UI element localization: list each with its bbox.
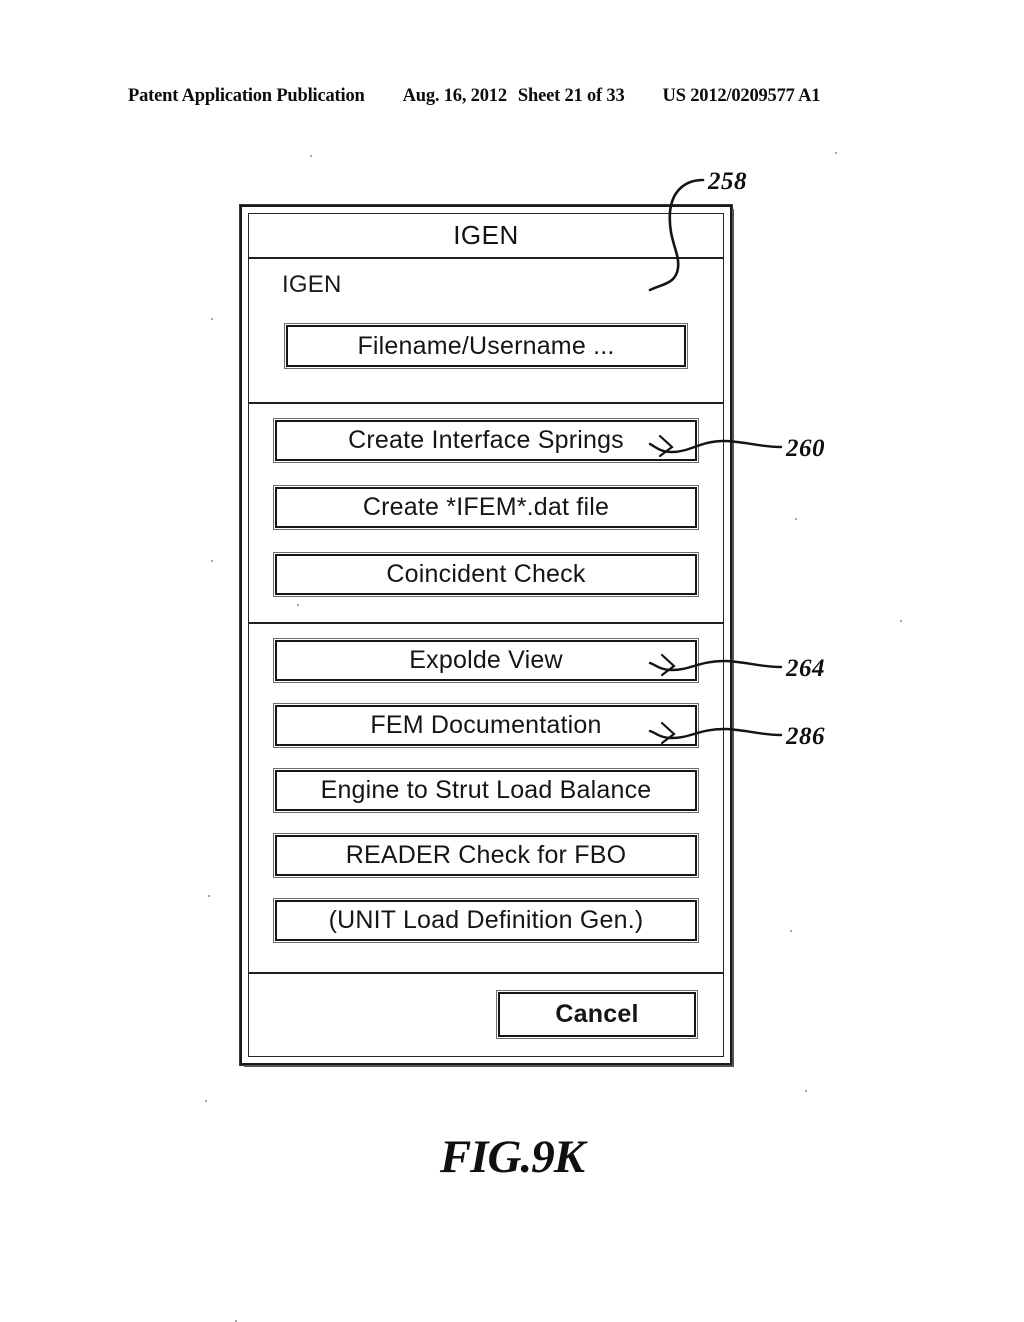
scan-speck <box>211 318 213 320</box>
page-header: Patent Application Publication Aug. 16, … <box>128 86 896 112</box>
unit-load-definition-gen-button[interactable]: (UNIT Load Definition Gen.) <box>273 898 699 943</box>
scan-speck <box>805 1090 807 1092</box>
scan-speck <box>900 620 902 622</box>
header-publication: Patent Application Publication <box>128 86 365 106</box>
filename-username-button[interactable]: Filename/Username ... <box>284 323 688 369</box>
figure-caption: FIG.9K <box>439 1131 585 1183</box>
reference-numeral-286: 286 <box>786 723 825 750</box>
reader-check-for-fbo-button[interactable]: READER Check for FBO <box>273 833 699 878</box>
scan-speck <box>795 518 797 520</box>
panel-tools-actions: Expolde View FEM Documentation Engine to… <box>249 622 723 972</box>
dialog-title: IGEN <box>453 220 519 250</box>
cancel-button[interactable]: Cancel <box>496 990 698 1039</box>
scan-speck <box>205 1100 207 1102</box>
create-ifem-dat-file-button[interactable]: Create *IFEM*.dat file <box>273 485 699 530</box>
header-sheet-number: Sheet 21 of 33 <box>517 86 625 106</box>
panel-create-actions: Create Interface Springs Create *IFEM*.d… <box>249 402 723 622</box>
scan-speck <box>790 930 792 932</box>
dialog-inner-frame: IGEN IGEN Filename/Username ... Create I… <box>248 213 724 1057</box>
footer-button-row: Cancel <box>275 990 698 1039</box>
scan-speck <box>211 560 213 562</box>
header-patent-number: US 2012/0209577 A1 <box>662 86 821 106</box>
reference-numeral-260: 260 <box>786 435 825 462</box>
engine-to-strut-load-balance-button[interactable]: Engine to Strut Load Balance <box>273 768 699 813</box>
scan-speck <box>208 895 210 897</box>
reference-numeral-258: 258 <box>708 168 747 195</box>
create-interface-springs-button[interactable]: Create Interface Springs <box>273 418 699 463</box>
panel-filename: IGEN Filename/Username ... <box>249 259 723 402</box>
fem-documentation-button[interactable]: FEM Documentation <box>273 703 699 748</box>
igen-dialog: IGEN IGEN Filename/Username ... Create I… <box>240 205 732 1065</box>
explode-view-button[interactable]: Expolde View <box>273 638 699 683</box>
scan-speck <box>835 152 837 154</box>
dialog-titlebar: IGEN <box>249 214 723 259</box>
scan-speck <box>310 155 312 157</box>
header-date: Aug. 16, 2012 <box>402 86 508 106</box>
reference-numeral-264: 264 <box>786 655 825 682</box>
coincident-check-button[interactable]: Coincident Check <box>273 552 699 597</box>
panel-footer: Cancel <box>249 972 723 1056</box>
dialog-section-label: IGEN <box>282 271 342 298</box>
scan-speck <box>297 604 299 606</box>
